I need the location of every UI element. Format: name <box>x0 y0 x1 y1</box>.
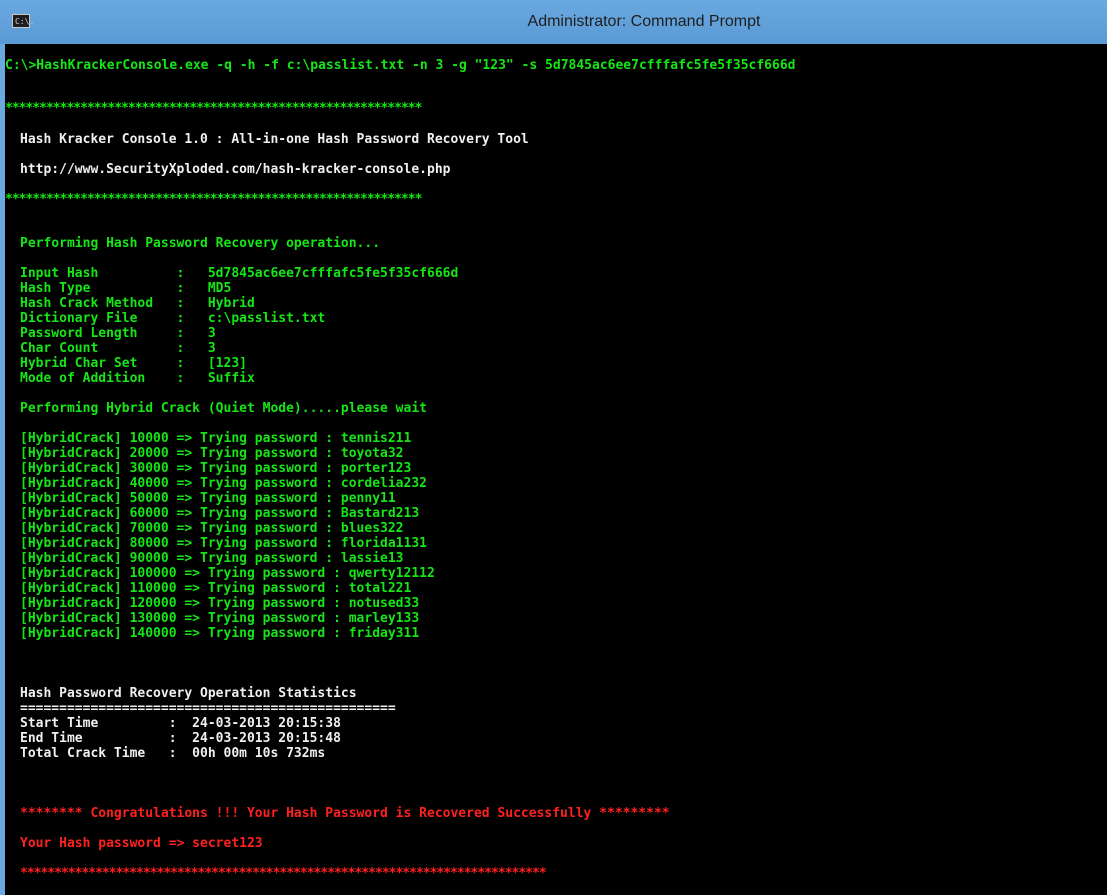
stat-total-crack-time: Total Crack Time : 00h 00m 10s 732ms <box>20 746 326 761</box>
param-input-hash: Input Hash : 5d7845ac6ee7cfffafc5fe5f35c… <box>20 266 459 281</box>
stats-title: Hash Password Recovery Operation Statist… <box>20 686 357 701</box>
attempt-line: [HybridCrack] 60000 => Trying password :… <box>20 506 420 521</box>
param-crack-method: Hash Crack Method : Hybrid <box>20 296 255 311</box>
attempt-line: [HybridCrack] 140000 => Trying password … <box>20 626 420 641</box>
attempt-line: [HybridCrack] 50000 => Trying password :… <box>20 491 396 506</box>
param-char-count: Char Count : 3 <box>20 341 216 356</box>
banner-url: http://www.SecurityXploded.com/hash-krac… <box>20 162 451 177</box>
attempt-line: [HybridCrack] 80000 => Trying password :… <box>20 536 427 551</box>
performing-crack-text: Performing Hybrid Crack (Quiet Mode)....… <box>20 401 427 416</box>
command-line: C:\>HashKrackerConsole.exe -q -h -f c:\p… <box>5 58 796 73</box>
stat-end-time: End Time : 24-03-2013 20:15:48 <box>20 731 341 746</box>
stats-rule: ========================================… <box>20 701 396 716</box>
attempt-line: [HybridCrack] 10000 => Trying password :… <box>20 431 412 446</box>
param-password-length: Password Length : 3 <box>20 326 216 341</box>
end-stars: ****************************************… <box>20 866 547 881</box>
title-bar[interactable]: C:\. Administrator: Command Prompt <box>0 0 1107 44</box>
attempt-line: [HybridCrack] 130000 => Trying password … <box>20 611 420 626</box>
attempt-line: [HybridCrack] 70000 => Trying password :… <box>20 521 404 536</box>
attempt-line: [HybridCrack] 30000 => Trying password :… <box>20 461 412 476</box>
banner-stars-bottom: ****************************************… <box>5 192 422 207</box>
congratulations-message: ******** Congratulations !!! Your Hash P… <box>20 806 670 821</box>
attempt-line: [HybridCrack] 110000 => Trying password … <box>20 581 412 596</box>
attempt-line: [HybridCrack] 20000 => Trying password :… <box>20 446 404 461</box>
stat-start-time: Start Time : 24-03-2013 20:15:38 <box>20 716 341 731</box>
banner-title: Hash Kracker Console 1.0 : All-in-one Ha… <box>20 132 529 147</box>
attempt-line: [HybridCrack] 100000 => Trying password … <box>20 566 435 581</box>
attempt-line: [HybridCrack] 90000 => Trying password :… <box>20 551 404 566</box>
performing-operation-text: Performing Hash Password Recovery operat… <box>20 236 381 251</box>
param-hybrid-charset: Hybrid Char Set : [123] <box>20 356 247 371</box>
param-hash-type: Hash Type : MD5 <box>20 281 232 296</box>
window-title: Administrator: Command Prompt <box>527 13 761 30</box>
banner-stars-top: ****************************************… <box>5 101 422 116</box>
command-prompt-window: C:\. Administrator: Command Prompt C:\>H… <box>0 0 1107 895</box>
param-dictionary-file: Dictionary File : c:\passlist.txt <box>20 311 326 326</box>
recovered-password: Your Hash password => secret123 <box>20 836 263 851</box>
attempt-line: [HybridCrack] 120000 => Trying password … <box>20 596 420 611</box>
param-mode-addition: Mode of Addition : Suffix <box>20 371 255 386</box>
console-output[interactable]: C:\>HashKrackerConsole.exe -q -h -f c:\p… <box>5 44 1107 895</box>
attempt-line: [HybridCrack] 40000 => Trying password :… <box>20 476 427 491</box>
